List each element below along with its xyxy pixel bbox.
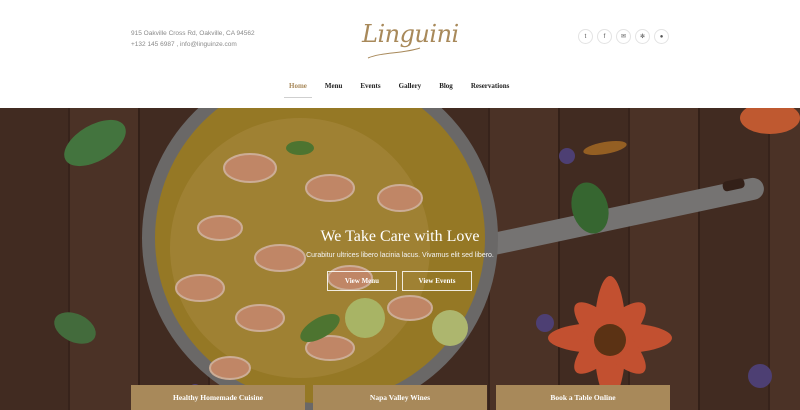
view-menu-button[interactable]: View Menu xyxy=(327,271,397,291)
nav-item-reservations[interactable]: Reservations xyxy=(462,82,519,96)
hero-subtitle: Curabitur ultrices libero lacinia lacus.… xyxy=(306,252,494,259)
twitter-icon[interactable]: t xyxy=(578,29,593,44)
tripadvisor-icon[interactable]: ● xyxy=(654,29,669,44)
nav-item-gallery[interactable]: Gallery xyxy=(390,82,431,96)
hero-title: We Take Care with Love xyxy=(320,228,480,245)
view-events-button[interactable]: View Events xyxy=(402,271,472,291)
nav-item-events[interactable]: Events xyxy=(351,82,389,96)
contact-info: 915 Oakville Cross Rd, Oakville, CA 9456… xyxy=(131,28,255,50)
contact-line[interactable]: +132 145 6987 , info@linguinze.com xyxy=(131,39,255,50)
hero-banner: We Take Care with Love Curabitur ultrice… xyxy=(0,108,800,410)
hero-overlay xyxy=(0,108,800,410)
feature-card-book-table[interactable]: Book a Table Online xyxy=(496,385,670,410)
social-links: t f ✉ ✻ ● xyxy=(578,29,669,44)
yelp-icon[interactable]: ✻ xyxy=(635,29,650,44)
email-icon[interactable]: ✉ xyxy=(616,29,631,44)
contact-link[interactable]: +132 145 6987 , info@linguinze.com xyxy=(131,41,237,48)
nav-item-home[interactable]: Home xyxy=(280,82,316,98)
address-line: 915 Oakville Cross Rd, Oakville, CA 9456… xyxy=(131,30,255,37)
nav-item-menu[interactable]: Menu xyxy=(316,82,352,96)
feature-card-wines[interactable]: Napa Valley Wines xyxy=(313,385,487,410)
facebook-icon[interactable]: f xyxy=(597,29,612,44)
main-nav: Home Menu Events Gallery Blog Reservatio… xyxy=(280,82,519,98)
logo-flourish xyxy=(367,47,421,59)
nav-item-blog[interactable]: Blog xyxy=(430,82,462,96)
feature-card-cuisine[interactable]: Healthy Homemade Cuisine xyxy=(131,385,305,410)
site-header: 915 Oakville Cross Rd, Oakville, CA 9456… xyxy=(0,0,800,108)
site-logo[interactable]: Linguini xyxy=(362,14,459,64)
